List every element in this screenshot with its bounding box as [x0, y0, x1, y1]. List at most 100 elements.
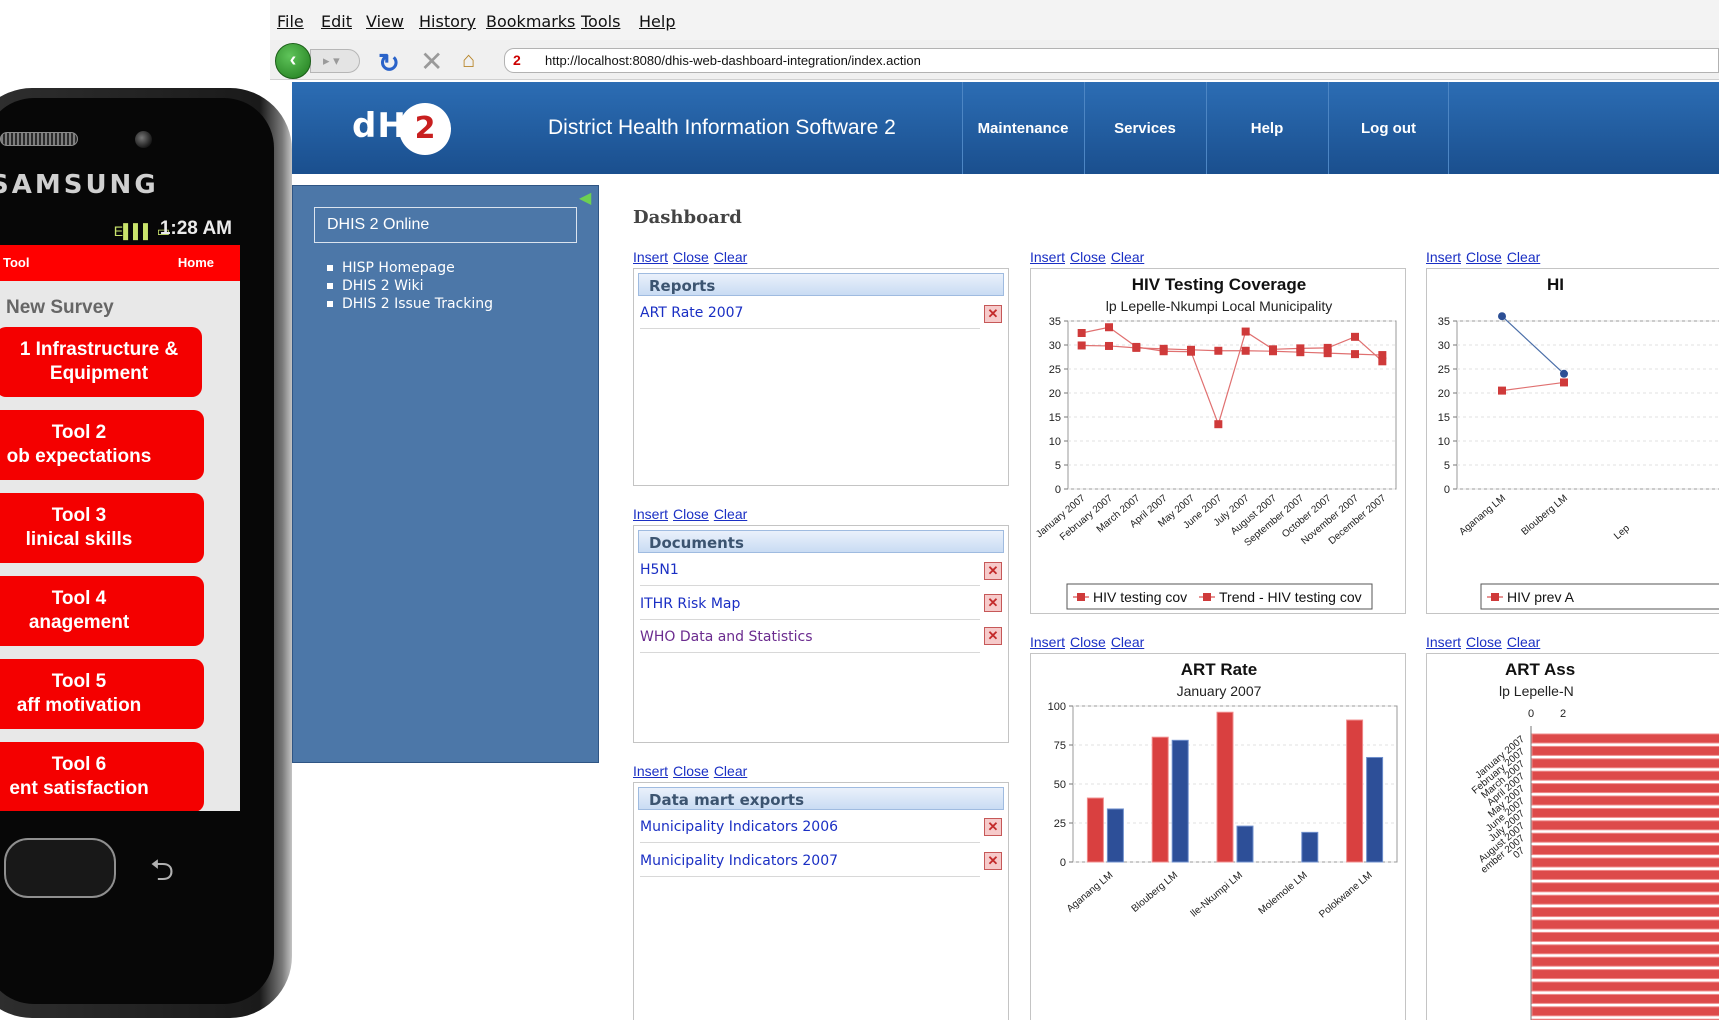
chart-subtitle: January 2007 [1177, 683, 1262, 699]
document-link[interactable]: H5N1 [640, 562, 679, 578]
back-arrow-icon[interactable]: ⮌ [150, 848, 174, 899]
tool-4-button[interactable]: Tool 4 anagement [0, 576, 204, 646]
close-link[interactable]: Close [1466, 249, 1502, 265]
x-tick-label: lle-Nkumpi LM [1189, 870, 1245, 920]
y-tick-label: 0 [1060, 857, 1066, 869]
dhis-header: dHIS 2 District Health Information Softw… [292, 82, 1719, 174]
remove-icon[interactable]: ✕ [984, 852, 1002, 870]
insert-link[interactable]: Insert [1030, 249, 1065, 265]
reports-box: Reports ART Rate 2007 ✕ [633, 268, 1009, 486]
nav-help[interactable]: Help [1206, 82, 1327, 174]
report-item: ART Rate 2007 [640, 299, 980, 329]
nav-maintenance[interactable]: Maintenance [962, 82, 1083, 174]
phone-home-button[interactable] [4, 838, 116, 898]
clear-link[interactable]: Clear [1111, 634, 1144, 650]
app-title: Tool [3, 255, 30, 270]
nav-logout[interactable]: Log out [1328, 82, 1449, 174]
tool-5-button[interactable]: Tool 5 aff motivation [0, 659, 204, 729]
tool-3-button[interactable]: Tool 3 linical skills [0, 493, 204, 563]
phone-screen: Tool Home New Survey 1 Infrastructure & … [0, 245, 240, 811]
document-link[interactable]: ITHR Risk Map [640, 596, 740, 612]
report-link[interactable]: ART Rate 2007 [640, 305, 743, 321]
document-link[interactable]: WHO Data and Statistics [640, 629, 813, 645]
data-point [1105, 341, 1113, 350]
nav-services[interactable]: Services [1084, 82, 1205, 174]
legend-marker [1491, 593, 1499, 601]
x-tick-label: Lep [1612, 523, 1632, 542]
bar [1531, 758, 1719, 769]
url-text[interactable]: http://localhost:8080/dhis-web-dashboard… [545, 53, 921, 68]
datamart-link[interactable]: Municipality Indicators 2007 [640, 853, 838, 869]
menu-bookmarks[interactable]: Bookmarks [486, 12, 575, 31]
insert-link[interactable]: Insert [1030, 634, 1065, 650]
insert-link[interactable]: Insert [633, 763, 668, 779]
url-bar[interactable]: 2 http://localhost:8080/dhis-web-dashboa… [504, 48, 1719, 73]
screenshot: SAMSUNG E▌▌▌ ▭ 1:28 AM Tool Home New Sur… [0, 0, 1719, 1020]
menu-file[interactable]: File [277, 12, 304, 31]
menu-history[interactable]: History [419, 12, 476, 31]
datamart-link[interactable]: Municipality Indicators 2006 [640, 819, 838, 835]
x-tick-label: Aganang LM [1457, 493, 1508, 538]
menu-edit[interactable]: Edit [321, 12, 352, 31]
clear-link[interactable]: Clear [1507, 634, 1540, 650]
phone-hardware-keys: ⮌ [0, 810, 274, 1000]
clear-link[interactable]: Clear [714, 506, 747, 522]
item-controls: Insert Close Clear [633, 763, 752, 779]
remove-icon[interactable]: ✕ [984, 562, 1002, 580]
y-tick-label: 35 [1438, 316, 1450, 328]
remove-icon[interactable]: ✕ [984, 818, 1002, 836]
menu-tools[interactable]: Tools [581, 12, 620, 31]
link-hisp-homepage[interactable]: HISP Homepage [327, 260, 455, 276]
y-tick-label: 20 [1049, 388, 1061, 400]
clear-link[interactable]: Clear [1111, 249, 1144, 265]
link-dhis-wiki[interactable]: DHIS 2 Wiki [327, 278, 424, 294]
document-item: ITHR Risk Map [640, 590, 980, 620]
hiv-testing-chart-frame: HIV Testing Coverage lp Lepelle-Nkumpi Lo… [1030, 268, 1406, 614]
bar [1086, 797, 1104, 863]
close-link[interactable]: Close [673, 249, 709, 265]
insert-link[interactable]: Insert [633, 506, 668, 522]
close-link[interactable]: Close [1070, 249, 1106, 265]
remove-icon[interactable]: ✕ [984, 305, 1002, 323]
chart-title: HIV Testing Coverage [1132, 275, 1306, 294]
close-link[interactable]: Close [673, 506, 709, 522]
home-icon[interactable]: ⌂ [462, 47, 475, 73]
insert-link[interactable]: Insert [633, 249, 668, 265]
forward-button[interactable]: ▸ ▾ [310, 49, 360, 73]
data-point [1560, 378, 1568, 387]
x-tick-label: Blouberg LM [1130, 870, 1181, 915]
remove-icon[interactable]: ✕ [984, 627, 1002, 645]
datamart-heading: Data mart exports [638, 787, 1004, 810]
clear-link[interactable]: Clear [714, 249, 747, 265]
close-link[interactable]: Close [673, 763, 709, 779]
plot-area [1456, 320, 1719, 490]
home-link[interactable]: Home [178, 255, 214, 270]
menu-view[interactable]: View [366, 12, 404, 31]
data-point [1187, 345, 1195, 354]
menu-help[interactable]: Help [639, 12, 675, 31]
tool-1-button[interactable]: 1 Infrastructure & Equipment [0, 327, 202, 397]
bar [1531, 733, 1719, 744]
remove-icon[interactable]: ✕ [984, 594, 1002, 612]
stop-icon[interactable]: ✕ [420, 45, 443, 78]
y-tick-label: 25 [1049, 364, 1061, 376]
reload-icon[interactable]: ↻ [378, 48, 400, 79]
clear-link[interactable]: Clear [714, 763, 747, 779]
collapse-arrow-icon[interactable]: ◀ [579, 188, 591, 208]
y-tick-label: 30 [1438, 340, 1450, 352]
data-point [1241, 327, 1250, 336]
tool-6-button[interactable]: Tool 6 ent satisfaction [0, 742, 204, 811]
link-issue-tracking[interactable]: DHIS 2 Issue Tracking [327, 296, 493, 312]
insert-link[interactable]: Insert [1426, 634, 1461, 650]
data-point [1351, 350, 1359, 359]
back-button[interactable]: ‹ [275, 43, 311, 79]
clear-link[interactable]: Clear [1507, 249, 1540, 265]
close-link[interactable]: Close [1466, 634, 1502, 650]
close-link[interactable]: Close [1070, 634, 1106, 650]
y-tick-label: 25 [1054, 818, 1066, 830]
datamart-item: Municipality Indicators 2006 [640, 813, 980, 843]
data-point [1105, 323, 1113, 332]
tool-2-button[interactable]: Tool 2 ob expectations [0, 410, 204, 480]
chart-title: HI [1547, 275, 1564, 294]
insert-link[interactable]: Insert [1426, 249, 1461, 265]
